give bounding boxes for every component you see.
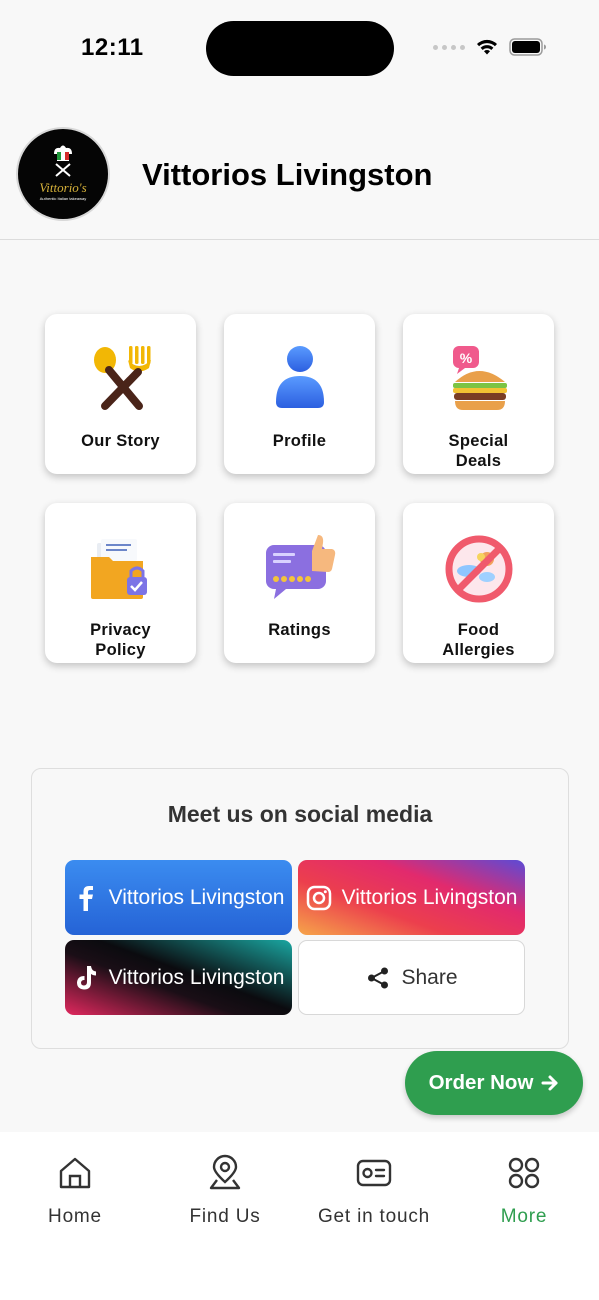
tiktok-button[interactable]: Vittorios Livingston: [65, 940, 292, 1015]
status-icons: [433, 38, 547, 56]
instagram-icon: [306, 885, 332, 911]
instagram-button[interactable]: Vittorios Livingston: [298, 860, 525, 935]
tile-label: Privacy Policy: [90, 621, 151, 659]
grid-icon: [508, 1157, 540, 1189]
order-now-button[interactable]: Order Now: [405, 1051, 583, 1115]
nav-find-us[interactable]: Find Us: [150, 1154, 300, 1228]
burger-deal-icon: %: [453, 346, 507, 410]
arrow-right-icon: [541, 1075, 558, 1091]
cellular-signal-icon: [433, 44, 465, 50]
wifi-icon: [477, 39, 497, 55]
social-title: Meet us on social media: [167, 801, 433, 827]
svg-text:%: %: [460, 350, 473, 366]
no-allergen-icon: [445, 535, 513, 603]
share-button-label: Share: [401, 965, 458, 989]
nav-more[interactable]: More: [449, 1154, 599, 1228]
tile-food-allergies[interactable]: Food Allergies: [403, 503, 554, 663]
fork-spoon-icon: [94, 346, 151, 410]
nav-home[interactable]: Home: [0, 1154, 150, 1228]
share-icon: [365, 965, 391, 991]
facebook-icon: [73, 885, 99, 911]
tiktok-button-label: Vittorios Livingston: [108, 965, 285, 989]
nav-label: More: [500, 1206, 548, 1227]
tile-profile[interactable]: Profile: [224, 314, 375, 474]
order-now-label: Order Now: [428, 1071, 534, 1094]
tiktok-icon: [73, 965, 99, 991]
restaurant-logo: Vittorio's Authentic Italian takeaway: [16, 127, 110, 221]
status-bar: 12:11: [0, 0, 599, 96]
social-media-card: Meet us on social media Vittorios Living…: [31, 768, 569, 1049]
location-pin-icon: [209, 1154, 241, 1190]
person-icon: [276, 346, 324, 408]
tile-our-story[interactable]: Our Story: [45, 314, 196, 474]
tile-special-deals[interactable]: % Special Deals: [403, 314, 554, 474]
nav-get-in-touch[interactable]: Get in touch: [299, 1154, 449, 1228]
facebook-button[interactable]: Vittorios Livingston: [65, 860, 292, 935]
tile-privacy-policy[interactable]: Privacy Policy: [45, 503, 196, 663]
instagram-button-label: Vittorios Livingston: [341, 885, 518, 909]
svg-text:Authentic Italian takeaway: Authentic Italian takeaway: [40, 196, 86, 201]
logo-wordmark: Vittorio's: [39, 180, 86, 195]
dynamic-island: [206, 21, 394, 76]
status-time: 12:11: [81, 34, 144, 61]
page-title: Vittorios Livingston: [142, 157, 433, 192]
rating-thumbs-up-icon: [266, 535, 336, 599]
home-icon: [59, 1157, 91, 1189]
tile-label: Special Deals: [448, 432, 509, 470]
tile-label: Profile: [272, 432, 327, 450]
nav-label: Find Us: [189, 1206, 261, 1227]
battery-icon: [509, 38, 546, 56]
share-button[interactable]: Share: [298, 940, 525, 1015]
contact-card-icon: [356, 1159, 392, 1187]
folder-lock-icon: [91, 539, 147, 599]
nav-label: Home: [48, 1206, 102, 1227]
tile-label: Food Allergies: [442, 621, 515, 659]
facebook-button-label: Vittorios Livingston: [108, 885, 285, 909]
app-header: Vittorio's Authentic Italian takeaway Vi…: [0, 120, 599, 240]
tile-ratings[interactable]: Ratings: [224, 503, 375, 663]
nav-label: Get in touch: [317, 1206, 431, 1227]
bottom-nav: Home Find Us Get in touch More: [0, 1132, 599, 1300]
tile-label: Ratings: [268, 621, 331, 639]
tile-label: Our Story: [81, 432, 160, 450]
